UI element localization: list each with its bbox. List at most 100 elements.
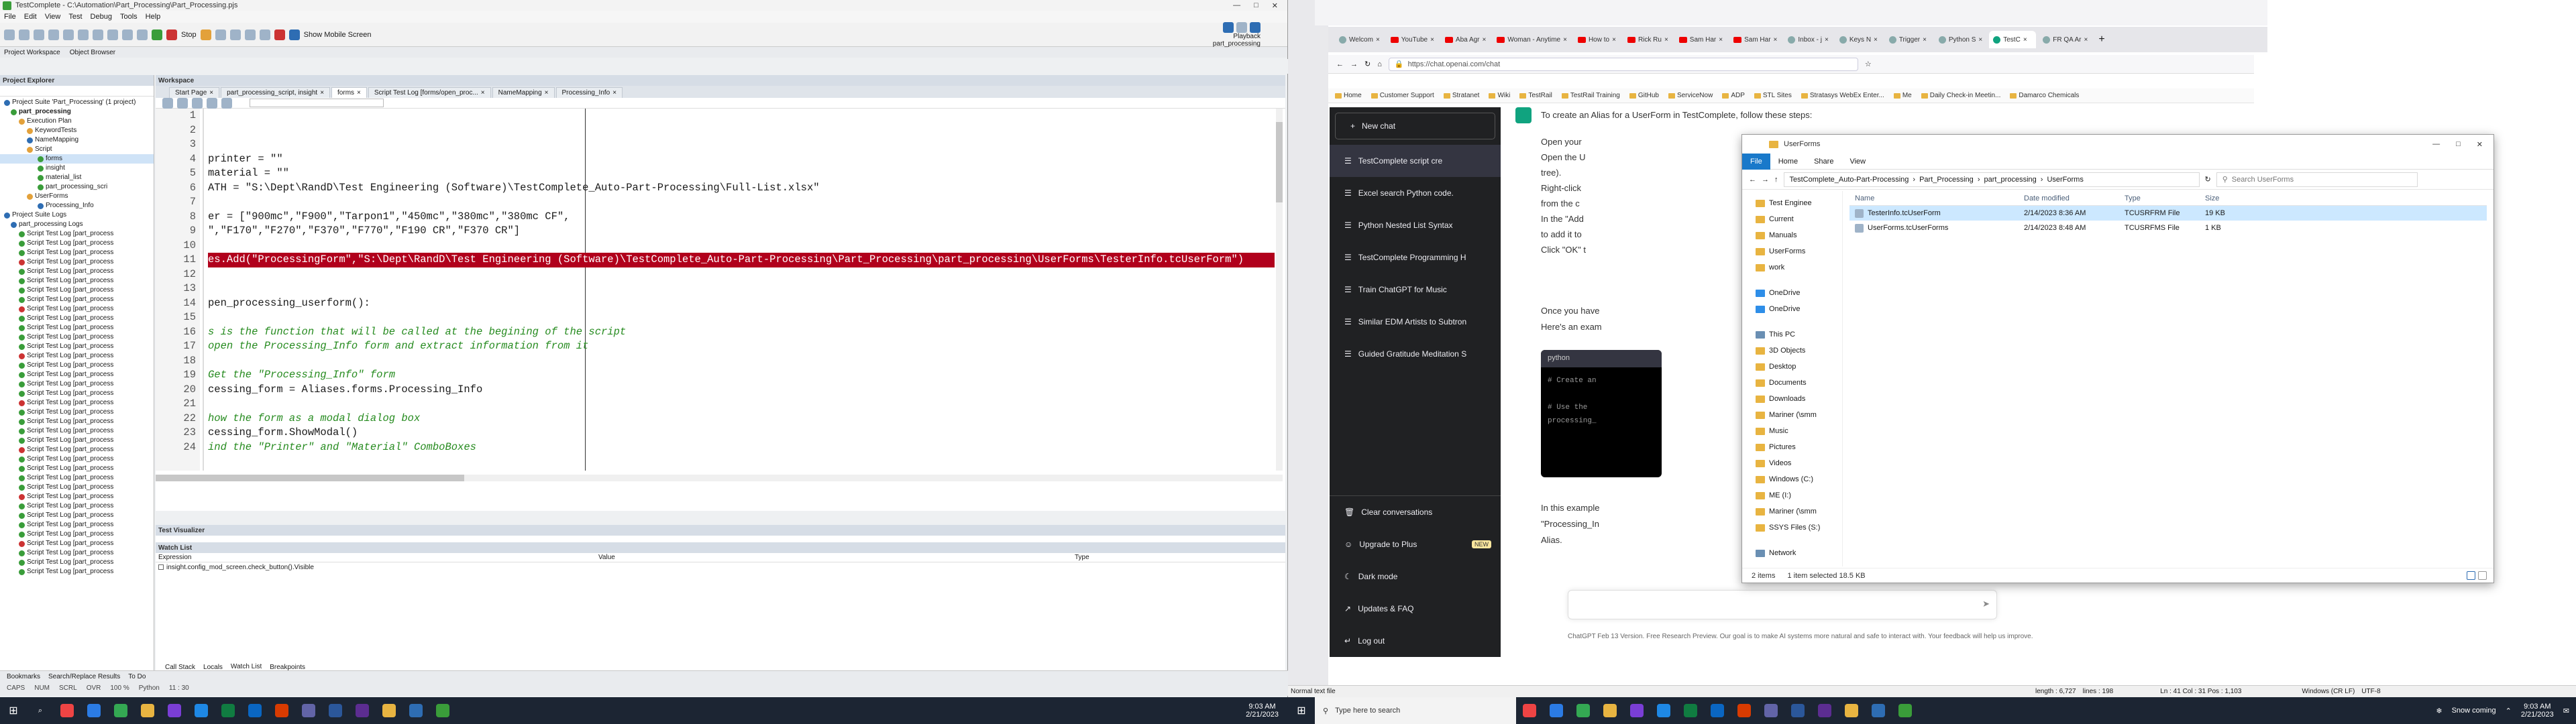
tree-log-item[interactable]: Script Test Log [part_process <box>0 342 154 351</box>
close-tab-icon[interactable]: × <box>1563 36 1567 44</box>
tree-log-item[interactable]: Script Test Log [part_process <box>0 361 154 370</box>
browser-tab[interactable]: Sam Har × <box>1675 31 1727 48</box>
bookmark-item[interactable]: Daily Check-in Meetin... <box>1921 92 2000 99</box>
code-line[interactable]: Get the "Processing_Info" form <box>208 368 1275 383</box>
code-line[interactable]: open the Processing_Info form and extrac… <box>208 339 1275 354</box>
object-spy-icon[interactable] <box>259 29 270 40</box>
taskbar-search[interactable]: ⚲ Type here to search <box>1315 697 1516 724</box>
home-icon[interactable]: ⌂ <box>1377 60 1382 68</box>
tab-script-test-log[interactable]: Script Test Log [forms/open_proc... × <box>368 87 491 98</box>
code-line[interactable]: pen_processing_userform(): <box>208 296 1275 311</box>
browser-tab[interactable]: FR QA Ar × <box>2039 31 2092 48</box>
outdent-icon[interactable] <box>177 97 188 109</box>
ribbon-file[interactable]: File <box>1742 153 1770 170</box>
tree-script[interactable]: Script <box>0 145 154 154</box>
bookmark-item[interactable]: Wiki <box>1489 92 1510 99</box>
tree-log-item[interactable]: Script Test Log [part_process <box>0 445 154 455</box>
taskbar-app[interactable] <box>1677 697 1704 724</box>
taskbar-app[interactable] <box>1784 697 1811 724</box>
new-chat-button[interactable]: + New chat <box>1335 113 1495 139</box>
browser-tab[interactable]: Python S × <box>1935 31 1986 48</box>
maximize-icon[interactable]: □ <box>1254 1 1258 10</box>
tab-start-page[interactable]: Start Page × <box>169 87 220 98</box>
tree-part-processing[interactable]: part_processing <box>0 107 154 117</box>
tab-todo[interactable]: To Do <box>128 673 146 680</box>
reload-icon[interactable]: ↻ <box>1364 60 1371 68</box>
tree-log-item[interactable]: Script Test Log [part_process <box>0 398 154 408</box>
tree-log-item[interactable]: Script Test Log [part_process <box>0 304 154 314</box>
tree-part-processing-script[interactable]: part_processing_scri <box>0 182 154 192</box>
stop-icon[interactable] <box>166 29 177 40</box>
taskbar-app[interactable] <box>161 697 188 724</box>
code-line[interactable]: cessing_form = Aliases.forms.Processing_… <box>208 383 1275 398</box>
notification-icon[interactable]: ✉ <box>2563 707 2569 715</box>
taskbar-app[interactable] <box>1543 697 1570 724</box>
code-line-highlighted[interactable]: es.Add("ProcessingForm","S:\Dept\RandD\T… <box>208 253 1275 267</box>
close-tab-icon[interactable]: × <box>1376 36 1380 44</box>
code-line[interactable] <box>208 354 1275 369</box>
nav-item[interactable]: Manuals <box>1742 227 1842 243</box>
tree-keyword-tests[interactable]: KeywordTests <box>0 126 154 135</box>
taskbar-app[interactable] <box>295 697 322 724</box>
code-editor[interactable]: 1 2 3 4 5 6 7 8 9 10 11 12 13 14 15 16 17 18 19 20 21 22 23 24 … <box>156 109 1283 471</box>
tree-log-item[interactable]: Script Test Log [part_process <box>0 323 154 333</box>
tree-log-item[interactable]: Script Test Log [part_process <box>0 473 154 483</box>
code-line[interactable] <box>208 123 1275 138</box>
tree-log-item[interactable]: Script Test Log [part_process <box>0 239 154 248</box>
bookmark-item[interactable]: GitHub <box>1629 92 1659 99</box>
nav-item[interactable]: Test Enginee <box>1742 195 1842 211</box>
mobile-icon[interactable] <box>288 29 300 40</box>
record-icon[interactable] <box>137 29 148 40</box>
taskbar-app[interactable] <box>215 697 241 724</box>
menu-help[interactable]: Help <box>146 13 161 21</box>
tree-log-item[interactable]: Script Test Log [part_process <box>0 370 154 379</box>
step-icon[interactable] <box>215 29 226 40</box>
tree-log-item[interactable]: Script Test Log [part_process <box>0 530 154 539</box>
editor-hscrollbar[interactable] <box>156 475 1283 481</box>
tree-part-processing-logs[interactable]: part_processing Logs <box>0 220 154 229</box>
code-line[interactable] <box>208 310 1275 325</box>
browser-tab[interactable]: How to × <box>1574 31 1621 48</box>
taskbar-app[interactable] <box>1811 697 1838 724</box>
tab-call-stack[interactable]: Call Stack <box>165 664 195 671</box>
nav-item[interactable]: Mariner (\smm <box>1742 503 1842 520</box>
browser-tab[interactable]: Sam Har × <box>1729 31 1781 48</box>
tree-log-item[interactable]: Script Test Log [part_process <box>0 426 154 436</box>
close-tab-icon[interactable]: × <box>1612 36 1616 44</box>
refresh-icon[interactable]: ↻ <box>2205 175 2211 184</box>
close-icon[interactable]: × <box>612 89 616 97</box>
tree-log-item[interactable]: Script Test Log [part_process <box>0 558 154 567</box>
code-line[interactable]: ","F170","F270","F370","F770","F190 CR",… <box>208 224 1275 239</box>
tab-processing-info[interactable]: Processing_Info × <box>555 87 623 98</box>
code-line[interactable]: er = ["900mc","F900","Tarpon1","450mc","… <box>208 210 1275 225</box>
bookmark-item[interactable]: Customer Support <box>1371 92 1434 99</box>
close-tab-icon[interactable]: × <box>1430 36 1434 44</box>
close-icon[interactable]: × <box>320 89 324 97</box>
taskbar-app[interactable] <box>429 697 456 724</box>
close-tab-icon[interactable]: × <box>1719 36 1723 44</box>
save-all-icon[interactable] <box>48 29 59 40</box>
explorer-search[interactable]: ⚲ Search UserForms <box>2216 172 2418 187</box>
prompt-input[interactable]: ➤ <box>1568 590 1997 619</box>
clock-2[interactable]: 9:03 AM 2/21/2023 <box>2521 703 2554 719</box>
tree-log-item[interactable]: Script Test Log [part_process <box>0 333 154 342</box>
pause-icon[interactable] <box>200 29 211 40</box>
routine-selector[interactable] <box>250 99 384 107</box>
bookmark-item[interactable]: TestRail Training <box>1561 92 1620 99</box>
code-line[interactable] <box>208 267 1275 282</box>
code-line[interactable]: material = "" <box>208 166 1275 181</box>
code-line[interactable] <box>208 239 1275 253</box>
tree-processing-info[interactable]: Processing_Info <box>0 201 154 210</box>
redo-icon[interactable] <box>122 29 133 40</box>
taskbar-app[interactable] <box>107 697 134 724</box>
browser-tab[interactable]: Trigger × <box>1885 31 1932 48</box>
search-button[interactable]: ⌕ <box>27 697 54 724</box>
cut-icon[interactable] <box>63 29 74 40</box>
tree-project-suite-logs[interactable]: Project Suite Logs <box>0 210 154 220</box>
maximize-icon[interactable]: □ <box>2456 140 2461 149</box>
uncomment-icon[interactable] <box>207 97 217 109</box>
weather-icon[interactable]: ❄ <box>2436 707 2442 715</box>
tree-namemapping[interactable]: NameMapping <box>0 135 154 145</box>
path-segment[interactable]: part_processing <box>1984 176 2036 184</box>
show-mobile-screen-button[interactable]: Show Mobile Screen <box>304 31 372 39</box>
